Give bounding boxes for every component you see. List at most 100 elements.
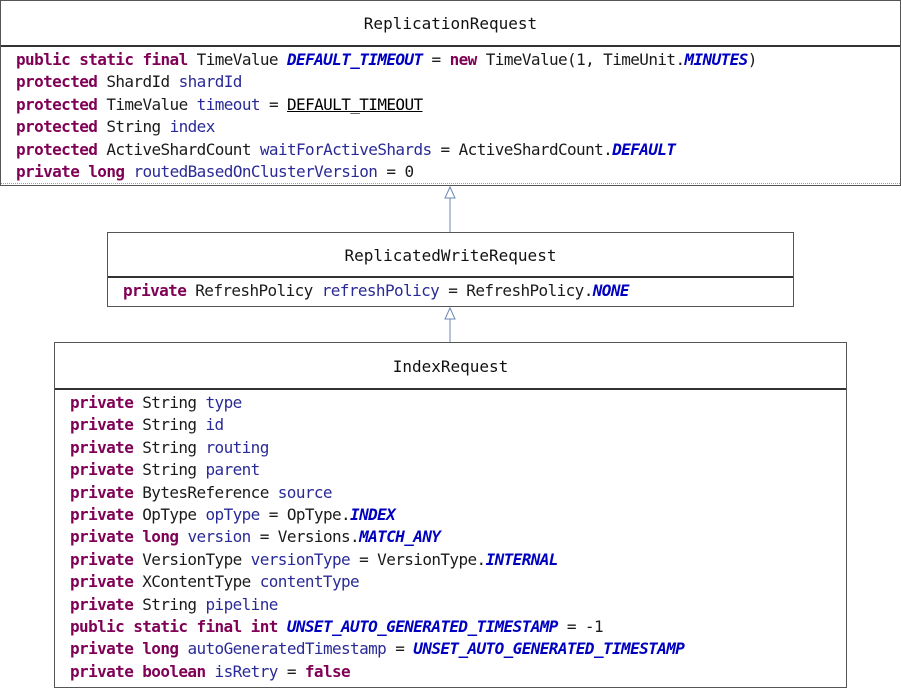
field-name: versionType <box>250 549 351 569</box>
type-text: Versions. <box>277 527 360 547</box>
operator: = <box>557 616 585 636</box>
field-name: timeout <box>196 94 261 114</box>
type-text: RefreshPolicy <box>186 281 322 300</box>
field-name: contentType <box>259 572 360 592</box>
field-row: private boolean isRetry = false <box>70 661 846 683</box>
class-name: ReplicatedWriteRequest <box>108 233 793 278</box>
type-text: VersionType <box>133 549 251 569</box>
type-text: BytesReference <box>133 482 278 502</box>
keyword: protected <box>16 139 98 159</box>
field-row: private String routing <box>70 437 846 459</box>
type-text: TimeValue <box>187 50 287 69</box>
field-row: private OpType opType = OpType.INDEX <box>70 504 846 526</box>
field-name: isRetry <box>214 661 279 681</box>
keyword: private <box>70 549 134 569</box>
keyword: private <box>70 393 134 412</box>
field-row: private long autoGeneratedTimestamp = UN… <box>70 638 846 660</box>
field-row: public static final int UNSET_AUTO_GENER… <box>70 616 846 638</box>
field-row: private BytesReference source <box>70 482 846 504</box>
constant: DEFAULT_TIMEOUT <box>287 50 423 69</box>
literal: -1 <box>584 616 604 636</box>
type-text: XContentType <box>133 572 260 592</box>
constant: MATCH_ANY <box>359 527 441 547</box>
field-row: private RefreshPolicy refreshPolicy = Re… <box>123 280 793 302</box>
class-index-request[interactable]: IndexRequest private String type private … <box>54 342 847 688</box>
type-text: String <box>133 415 206 435</box>
constant: INTERNAL <box>485 549 559 569</box>
field-row: protected ShardId shardId <box>16 71 900 93</box>
keyword: private <box>70 460 134 480</box>
type-text: RefreshPolicy. <box>466 281 593 300</box>
field-name: pipeline <box>205 594 279 614</box>
keyword: private <box>123 281 187 300</box>
field-row: public static final TimeValue DEFAULT_TI… <box>16 49 900 71</box>
field-name: id <box>205 415 225 435</box>
type-text: String <box>133 393 206 412</box>
field-row: private String id <box>70 414 846 436</box>
field-name: type <box>205 393 243 412</box>
keyword: protected <box>16 72 98 92</box>
class-replicated-write-request[interactable]: ReplicatedWriteRequest private RefreshPo… <box>107 232 794 307</box>
field-row: protected TimeValue timeout = DEFAULT_TI… <box>16 94 900 116</box>
field-name: parent <box>205 460 261 480</box>
type-text: ActiveShardCount. <box>458 139 613 159</box>
keyword: protected <box>16 117 98 137</box>
inheritance-arrowhead-icon <box>444 186 456 199</box>
keyword: public static final int <box>70 616 278 636</box>
field-name: refreshPolicy <box>321 281 440 300</box>
field-name: autoGeneratedTimestamp <box>187 639 387 659</box>
keyword: private long <box>16 161 125 181</box>
field-row: private long version = Versions.MATCH_AN… <box>70 526 846 548</box>
literal: 0 <box>404 161 414 181</box>
operator: = <box>386 639 414 659</box>
field-row: private long routedBasedOnClusterVersion… <box>16 161 900 183</box>
inheritance-arrow-1 <box>444 186 456 233</box>
field-row: private String type <box>70 392 846 414</box>
type-text: ActiveShardCount <box>97 139 260 159</box>
keyword: private <box>70 594 134 614</box>
operator: = <box>431 139 459 159</box>
type-text: OpType <box>133 504 206 524</box>
constant: UNSET_AUTO_GENERATED_TIMESTAMP <box>286 616 559 636</box>
class-name: ReplicationRequest <box>1 1 900 47</box>
constant: UNSET_AUTO_GENERATED_TIMESTAMP <box>413 639 685 659</box>
keyword: private <box>70 415 134 435</box>
keyword: new <box>449 50 478 69</box>
constant: NONE <box>592 281 630 300</box>
keyword: false <box>304 661 351 681</box>
field-name: waitForActiveShards <box>259 139 432 159</box>
type-text: String <box>97 117 170 137</box>
operator: = <box>422 50 450 69</box>
type-text: String <box>133 460 206 480</box>
field-name: version <box>187 527 251 547</box>
field-row: protected String index <box>16 116 900 138</box>
class-name: IndexRequest <box>55 343 846 390</box>
keyword: private <box>70 572 134 592</box>
field-row: protected ActiveShardCount waitForActive… <box>16 139 900 161</box>
keyword: private <box>70 482 134 502</box>
class-replication-request[interactable]: ReplicationRequest public static final T… <box>0 0 901 186</box>
operator: = <box>259 504 287 524</box>
field-row: private String parent <box>70 459 846 481</box>
operator: = <box>277 661 305 681</box>
field-name: opType <box>205 504 261 524</box>
field-name: index <box>169 117 216 137</box>
operator: = <box>350 549 378 569</box>
field-row: private String pipeline <box>70 594 846 616</box>
operator: = <box>377 161 405 181</box>
field-name: source <box>277 482 333 502</box>
keyword: private long <box>70 527 179 547</box>
operator: = <box>439 281 467 300</box>
keyword: private boolean <box>70 661 206 681</box>
type-text <box>206 662 215 681</box>
operator: = <box>250 527 278 547</box>
type-text: String <box>133 437 206 457</box>
type-text: OpType. <box>286 504 351 524</box>
constant: DEFAULT <box>612 139 676 159</box>
inheritance-arrowhead-icon <box>444 307 456 320</box>
keyword: public static final <box>16 50 188 69</box>
type-text: TimeValue <box>97 94 197 114</box>
inheritance-arrow-2 <box>444 307 456 343</box>
keyword: private <box>70 504 134 524</box>
static-reference: DEFAULT_TIMEOUT <box>287 94 423 114</box>
